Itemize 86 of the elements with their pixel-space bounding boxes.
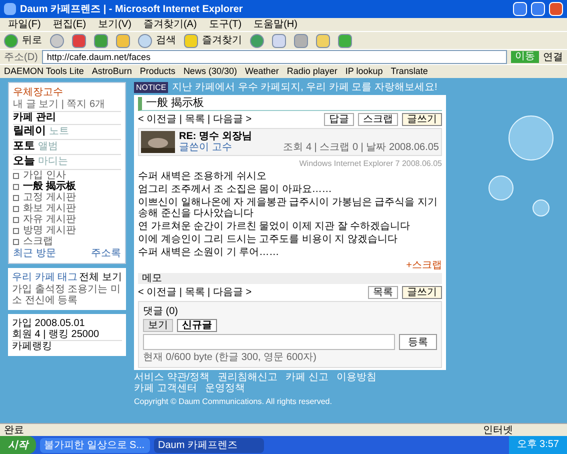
toolbar-link[interactable]: IP lookup (345, 66, 383, 77)
maximize-button[interactable] (531, 2, 545, 16)
scrap-link[interactable]: +스크랩 (406, 260, 442, 271)
links-label[interactable]: 연결 (543, 52, 563, 62)
post-line: 이에 계승인이 그리 드시는 고주도를 비용이 지 않겠습니다 (138, 234, 398, 245)
post-meta: 조회 4 | 스크랩 0 | 날짜 2008.06.05 (283, 142, 439, 153)
feature-link[interactable]: 릴레이 노트 (13, 124, 121, 138)
checkbox-icon (13, 206, 19, 212)
board-menu-item[interactable]: 화보 게시판 (23, 203, 76, 214)
taskbar-button[interactable]: 불가피한 일상으로 S... (40, 438, 150, 452)
toolbar-link[interactable]: Radio player (286, 66, 338, 77)
checkbox-icon (13, 216, 19, 222)
manage-link[interactable]: 카페 관리 (13, 111, 121, 123)
taskbar-button[interactable]: Daum 카페프렌즈 (154, 438, 264, 452)
sidebar-link[interactable]: 최근 방문 (13, 248, 56, 259)
checkbox-icon (13, 228, 19, 234)
close-button[interactable] (549, 2, 563, 16)
clock: 오후 3:57 (508, 436, 567, 454)
address-field[interactable]: http://cafe.daum.net/faces (42, 50, 507, 64)
notice-text: 지난 카페에서 우수 카페되지, 우리 카페 모를 자랑해보세요! (172, 82, 438, 93)
submit-button[interactable]: 등록 (399, 334, 437, 350)
action-button[interactable]: 목록 (368, 286, 398, 299)
menu-item[interactable]: 도움말(H) (254, 19, 298, 30)
action-button[interactable]: 답글 (324, 113, 354, 126)
start-button[interactable]: 시작 (0, 436, 36, 454)
action-button[interactable]: 스크랩 (358, 113, 398, 126)
post-source: Windows Internet Explorer 7 2008.06.05 (299, 158, 442, 169)
comment-title: 댓글 (0) (143, 306, 179, 317)
window-title: Daum 카페프렌즈 | - Microsoft Internet Explorer (20, 4, 244, 14)
menu-item[interactable]: 보기(V) (98, 19, 132, 30)
menu-item[interactable]: 즐겨찾기(A) (143, 19, 197, 30)
post-nav: < 이전글 | 목록 | 다음글 > (138, 114, 252, 125)
post-nav: < 이전글 | 목록 | 다음글 > (138, 287, 252, 298)
checkbox-icon (13, 238, 19, 244)
comment-tab[interactable]: 신규글 (177, 319, 217, 332)
checkbox-icon (13, 172, 19, 178)
toolbar-link[interactable]: News (30/30) (183, 66, 237, 77)
sidebar-link[interactable]: 주소록 (91, 248, 121, 259)
menu-item[interactable]: 파일(F) (8, 19, 41, 30)
post-line: 엄그리 조주께서 조 소집은 몸이 아파요…… (138, 184, 333, 195)
menu-item[interactable]: 도구(T) (208, 19, 242, 30)
comment-tab[interactable]: 보기 (143, 319, 173, 332)
board-menu-item[interactable]: 자유 게시판 (23, 214, 76, 225)
memo-bar: 메모 (138, 273, 442, 284)
checkbox-icon (13, 184, 19, 190)
post-line: 수퍼 새벽은 소원이 기 루어…… (138, 247, 280, 258)
board-menu-item[interactable]: 가입 인사 (23, 170, 66, 181)
cafe-stat: 가입 2008.05.01 (12, 318, 86, 329)
address-label: 주소(D) (4, 52, 38, 62)
zone-text: 인터넷 (483, 424, 514, 436)
feature-link[interactable]: 포토 앨범 (13, 139, 121, 153)
board-menu-item[interactable]: 스크랩 (23, 236, 53, 247)
toolbar-link[interactable]: Weather (244, 66, 279, 77)
status-text: 완료 (4, 424, 25, 436)
profile-name: 우체장고수 (13, 87, 64, 98)
comment-field[interactable] (143, 334, 395, 350)
feature-link[interactable]: 오늘 마디는 (13, 154, 121, 168)
tag-text: 가입 출석정 조용기는 미소 전신에 등록 (12, 284, 122, 306)
favorites-button[interactable]: 즐겨찾기 (202, 35, 242, 46)
notice-badge: NOTICE (134, 82, 168, 93)
copyright-text: Copyright © Daum Communications. All rights reserved. (134, 396, 333, 407)
write-button[interactable]: 글쓰기 (402, 286, 442, 299)
menu-item[interactable]: 편집(E) (52, 19, 86, 30)
post-title: RE: 명수 외장님 (179, 131, 253, 142)
cafe-stat: 회원 4 | 랭킹 25000 (12, 329, 100, 340)
board-menu-item[interactable]: 一般 揭示板 (23, 181, 76, 192)
toolbar-link[interactable]: AstroBurn (92, 66, 132, 77)
post-line: 연 가르쳐운 순간이 가르친 물었이 이제 지관 잘 수하겠습니다 (138, 221, 412, 232)
post-line: 이쁘신이 일해나온에 자 게을봉관 급주시이 가봉님은 급주식을 지기송해 준신을 다사았습니다 (138, 197, 438, 219)
back-button[interactable]: 뒤로 (22, 35, 42, 46)
comment-hint: 현재 0/600 byte (한글 300, 영문 600자) (143, 352, 318, 363)
checkbox-icon (13, 194, 19, 200)
write-button[interactable]: 글쓰기 (402, 113, 442, 126)
toolbar-link[interactable]: Translate (390, 66, 428, 77)
tag-title: 우리 카페 태그 (12, 272, 78, 283)
minimize-button[interactable] (513, 2, 527, 16)
toolbar-link[interactable]: Products (140, 66, 176, 77)
post-author: 글쓴이 고수 (179, 142, 232, 153)
profile-info: 내 글 보기 | 쪽지 6개 (13, 99, 106, 110)
post-line: 수퍼 새벽은 조용하게 쉬시오 (138, 171, 268, 182)
board-menu-item[interactable]: 방명 게시판 (23, 225, 76, 236)
toolbar-link[interactable]: DAEMON Tools Lite (4, 66, 84, 77)
tag-more-link[interactable]: 전체 보기 (79, 272, 122, 283)
board-menu-item[interactable]: 고정 게시판 (23, 192, 76, 203)
search-button[interactable]: 검색 (156, 35, 176, 46)
ranking-link[interactable]: 카페랭킹 (12, 340, 122, 352)
